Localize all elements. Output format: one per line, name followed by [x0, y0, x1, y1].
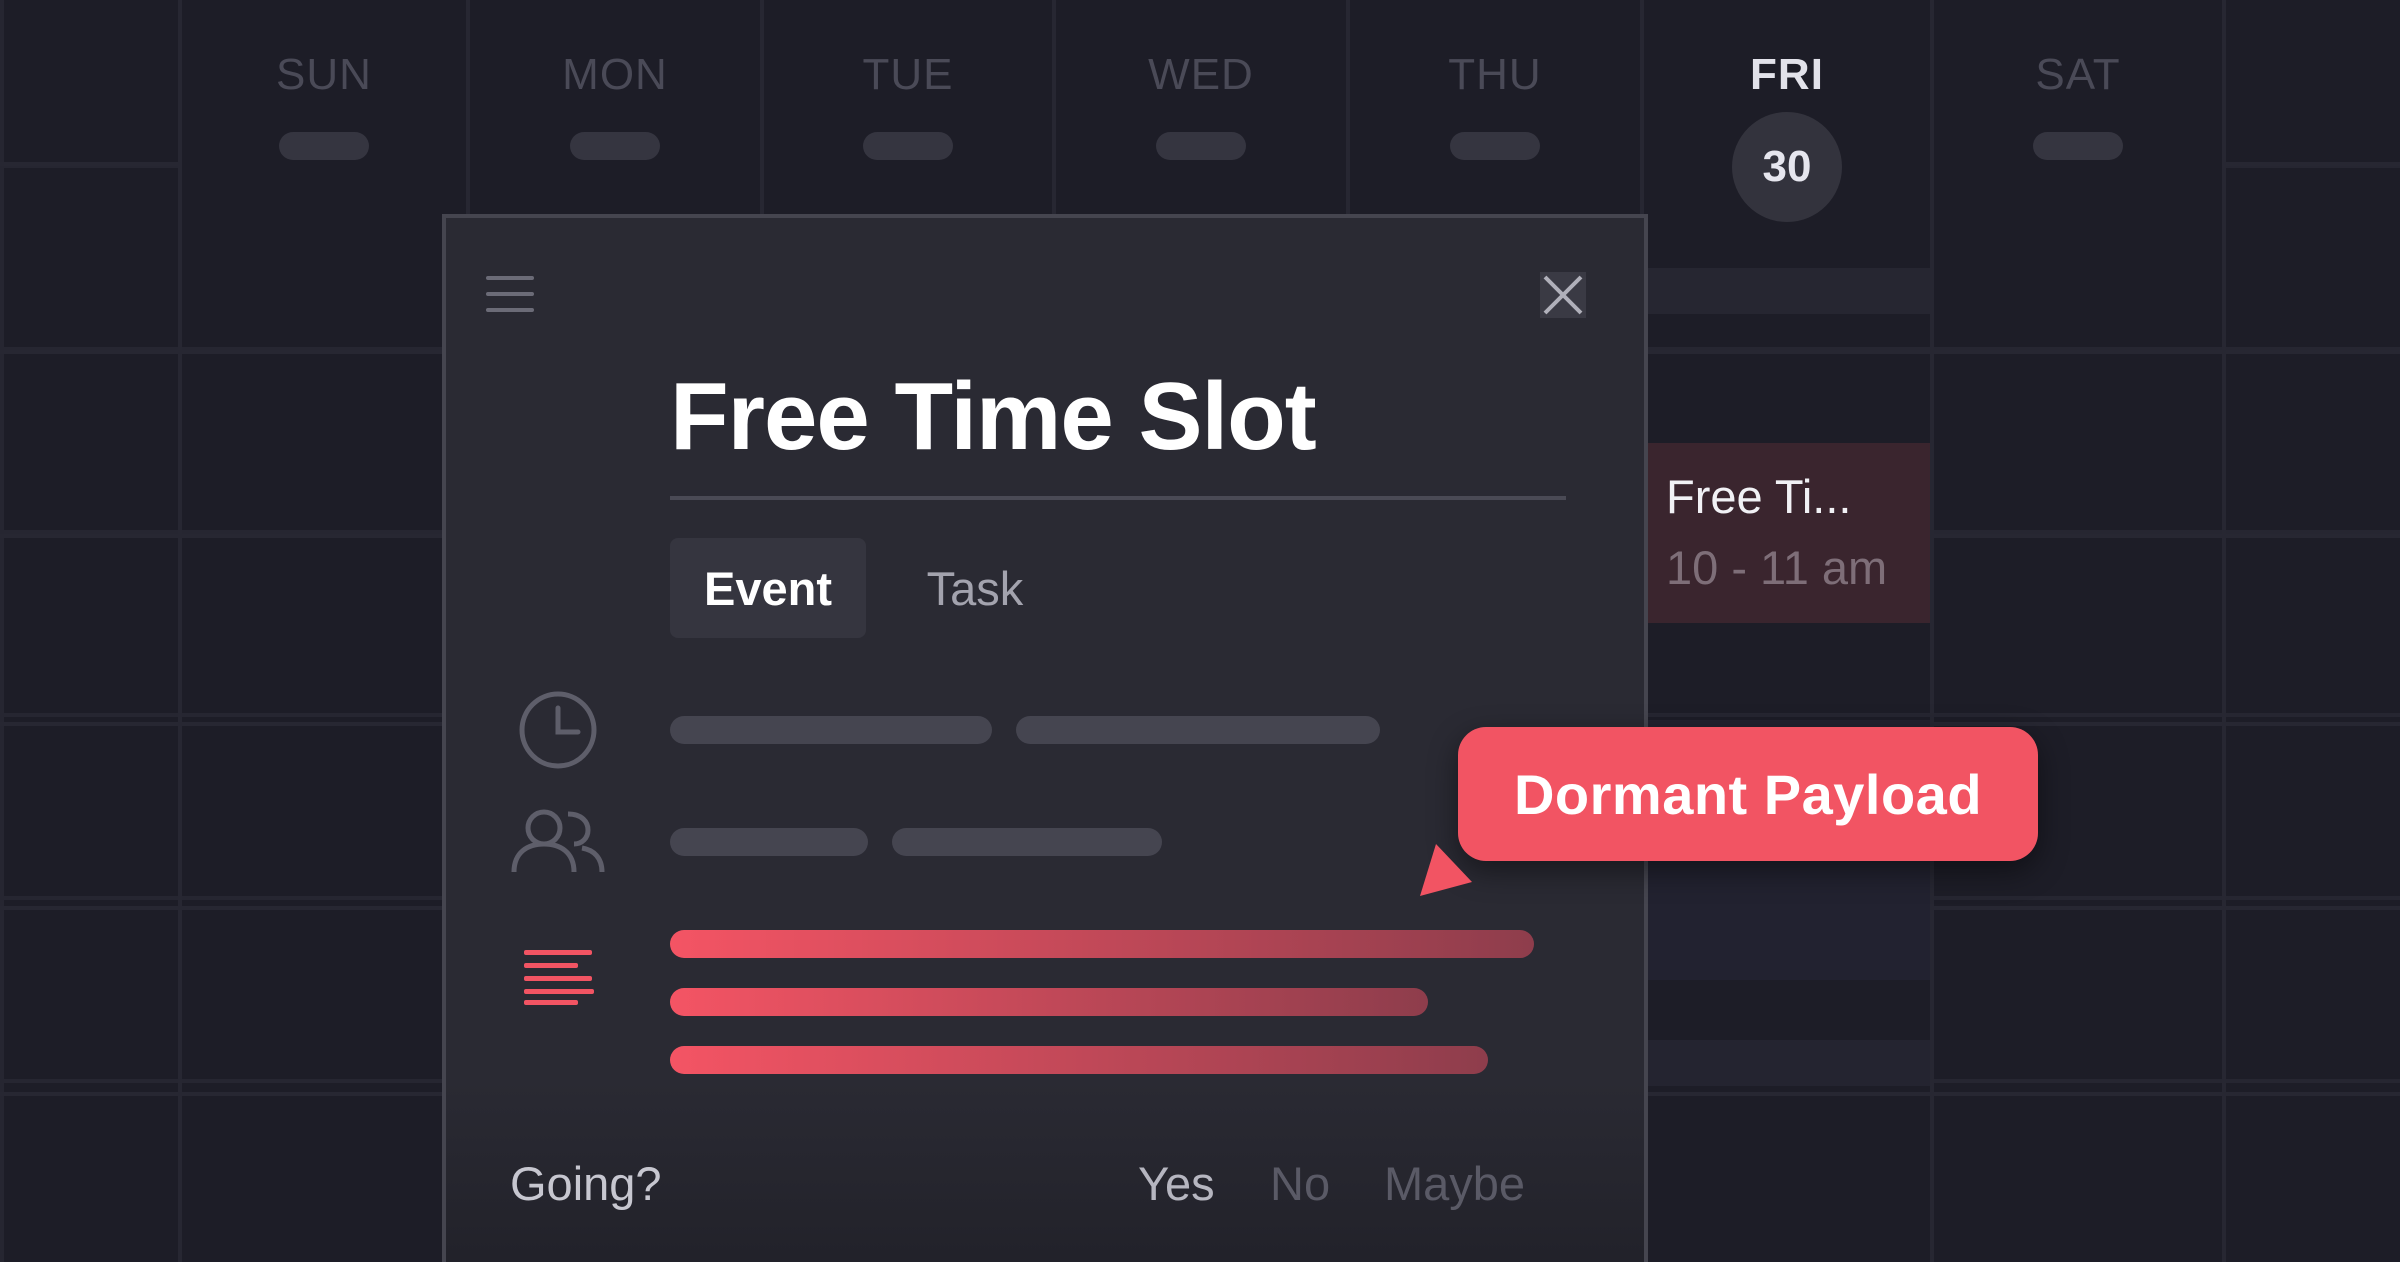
friday-slot[interactable]: [1646, 1040, 1930, 1086]
rsvp-yes-button[interactable]: Yes: [1138, 1156, 1215, 1211]
close-icon[interactable]: [1540, 272, 1586, 318]
title-underline: [670, 496, 1566, 500]
day-label: MON: [562, 50, 668, 99]
grid-divider: [2222, 0, 2226, 1262]
day-label: WED: [1148, 50, 1254, 99]
cursor-pointer-icon: [1410, 840, 1476, 906]
date-placeholder: [1156, 132, 1246, 160]
grid-divider: [0, 162, 180, 166]
rsvp-question: Going?: [510, 1157, 662, 1210]
day-label-today: FRI: [1750, 50, 1824, 99]
guest-placeholder[interactable]: [892, 828, 1162, 856]
people-icon: [508, 806, 608, 881]
today-date-badge: 30: [1732, 112, 1842, 222]
date-placeholder: [2033, 132, 2123, 160]
rsvp-maybe-button[interactable]: Maybe: [1384, 1156, 1525, 1211]
time-end-placeholder[interactable]: [1016, 716, 1380, 744]
menu-icon[interactable]: [486, 276, 534, 316]
payload-callout: Dormant Payload: [1458, 727, 2038, 861]
description-icon: [520, 948, 596, 1011]
date-placeholder: [1450, 132, 1540, 160]
time-start-placeholder[interactable]: [670, 716, 992, 744]
description-line[interactable]: [670, 988, 1428, 1016]
date-placeholder: [570, 132, 660, 160]
rsvp-no-button[interactable]: No: [1270, 1156, 1330, 1211]
description-line[interactable]: [670, 930, 1534, 958]
clock-icon: [516, 688, 600, 777]
day-column-sun[interactable]: SUN: [182, 0, 466, 264]
day-label: SAT: [2035, 50, 2121, 99]
calendar-event-block[interactable]: Free Ti... 10 - 11 am: [1646, 443, 1930, 623]
day-label: SUN: [276, 50, 372, 99]
day-label: THU: [1448, 50, 1542, 99]
grid-divider: [2222, 162, 2400, 166]
tab-event[interactable]: Event: [670, 538, 866, 638]
tab-task[interactable]: Task: [900, 538, 1050, 638]
date-placeholder: [279, 132, 369, 160]
description-line[interactable]: [670, 1046, 1488, 1074]
modal-title: Free Time Slot: [670, 363, 1317, 470]
event-block-time: 10 - 11 am: [1666, 541, 1888, 594]
guest-placeholder[interactable]: [670, 828, 868, 856]
event-block-title: Free Ti...: [1666, 470, 1852, 523]
date-placeholder: [863, 132, 953, 160]
friday-slot[interactable]: [1646, 268, 1930, 314]
day-label: TUE: [862, 50, 954, 99]
day-column-fri[interactable]: FRI 30: [1644, 0, 1930, 264]
day-column-sat[interactable]: SAT: [1934, 0, 2222, 264]
